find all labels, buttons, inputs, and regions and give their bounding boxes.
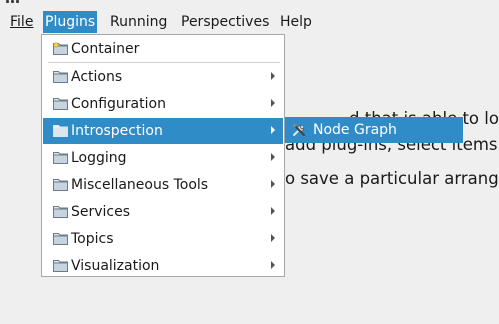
menu-item-miscellaneous-tools[interactable]: Miscellaneous Tools: [43, 172, 283, 198]
menu-perspectives[interactable]: Perspectives: [179, 11, 271, 33]
plugins-menu: Container Actions Configuration Introspe…: [41, 34, 285, 277]
folder-icon: [53, 260, 68, 272]
menu-item-topics[interactable]: Topics: [43, 226, 283, 252]
folder-icon: [53, 125, 68, 137]
menu-item-services-label: Services: [71, 204, 131, 220]
menu-file-label: File: [10, 14, 34, 30]
folder-icon: [53, 98, 68, 110]
menu-running-label: Running: [110, 14, 168, 30]
chevron-right-icon: [271, 126, 275, 134]
menu-item-introspection-label: Introspection: [71, 123, 163, 139]
chevron-right-icon: [271, 261, 275, 269]
menu-item-node-graph[interactable]: Node Graph: [285, 117, 463, 143]
menu-plugins[interactable]: Plugins: [43, 11, 98, 33]
menu-item-actions-label: Actions: [71, 69, 123, 85]
menu-item-topics-label: Topics: [71, 231, 114, 247]
folder-icon: [53, 206, 68, 218]
folder-icon: [53, 179, 68, 191]
chevron-right-icon: [271, 180, 275, 188]
menu-item-services[interactable]: Services: [43, 199, 283, 225]
menu-running[interactable]: Running: [108, 11, 169, 33]
menu-separator: [48, 62, 280, 63]
folder-icon: [53, 233, 68, 245]
menubar: File Plugins Running Perspectives Help: [0, 8, 499, 34]
app-menu-icon[interactable]: [6, 0, 20, 4]
menu-item-miscellaneous-tools-label: Miscellaneous Tools: [71, 177, 209, 193]
chevron-right-icon: [271, 72, 275, 80]
menu-item-visualization[interactable]: Visualization: [43, 253, 283, 279]
menu-help-label: Help: [280, 14, 312, 30]
tools-icon: [292, 123, 305, 136]
menu-item-actions[interactable]: Actions: [43, 64, 283, 90]
menu-file[interactable]: File: [8, 11, 35, 33]
menu-item-visualization-label: Visualization: [71, 258, 160, 274]
menu-perspectives-label: Perspectives: [181, 14, 270, 30]
menu-item-introspection[interactable]: Introspection: [43, 118, 283, 144]
folder-icon: [53, 42, 68, 55]
background-text-line-3: o save a particular arrange: [285, 169, 499, 188]
menu-item-logging[interactable]: Logging: [43, 145, 283, 171]
menu-plugins-label: Plugins: [45, 14, 96, 30]
chevron-right-icon: [271, 234, 275, 242]
chevron-right-icon: [271, 153, 275, 161]
menu-item-logging-label: Logging: [71, 150, 127, 166]
folder-icon: [53, 71, 68, 83]
chevron-right-icon: [271, 99, 275, 107]
chevron-right-icon: [271, 207, 275, 215]
introspection-submenu: Node Graph: [285, 117, 463, 143]
menu-item-node-graph-label: Node Graph: [313, 122, 397, 138]
menu-item-container[interactable]: Container: [43, 36, 283, 62]
menu-item-configuration-label: Configuration: [71, 96, 166, 112]
menu-item-configuration[interactable]: Configuration: [43, 91, 283, 117]
folder-icon: [53, 152, 68, 164]
menu-item-container-label: Container: [71, 41, 140, 57]
menu-help[interactable]: Help: [278, 11, 314, 33]
